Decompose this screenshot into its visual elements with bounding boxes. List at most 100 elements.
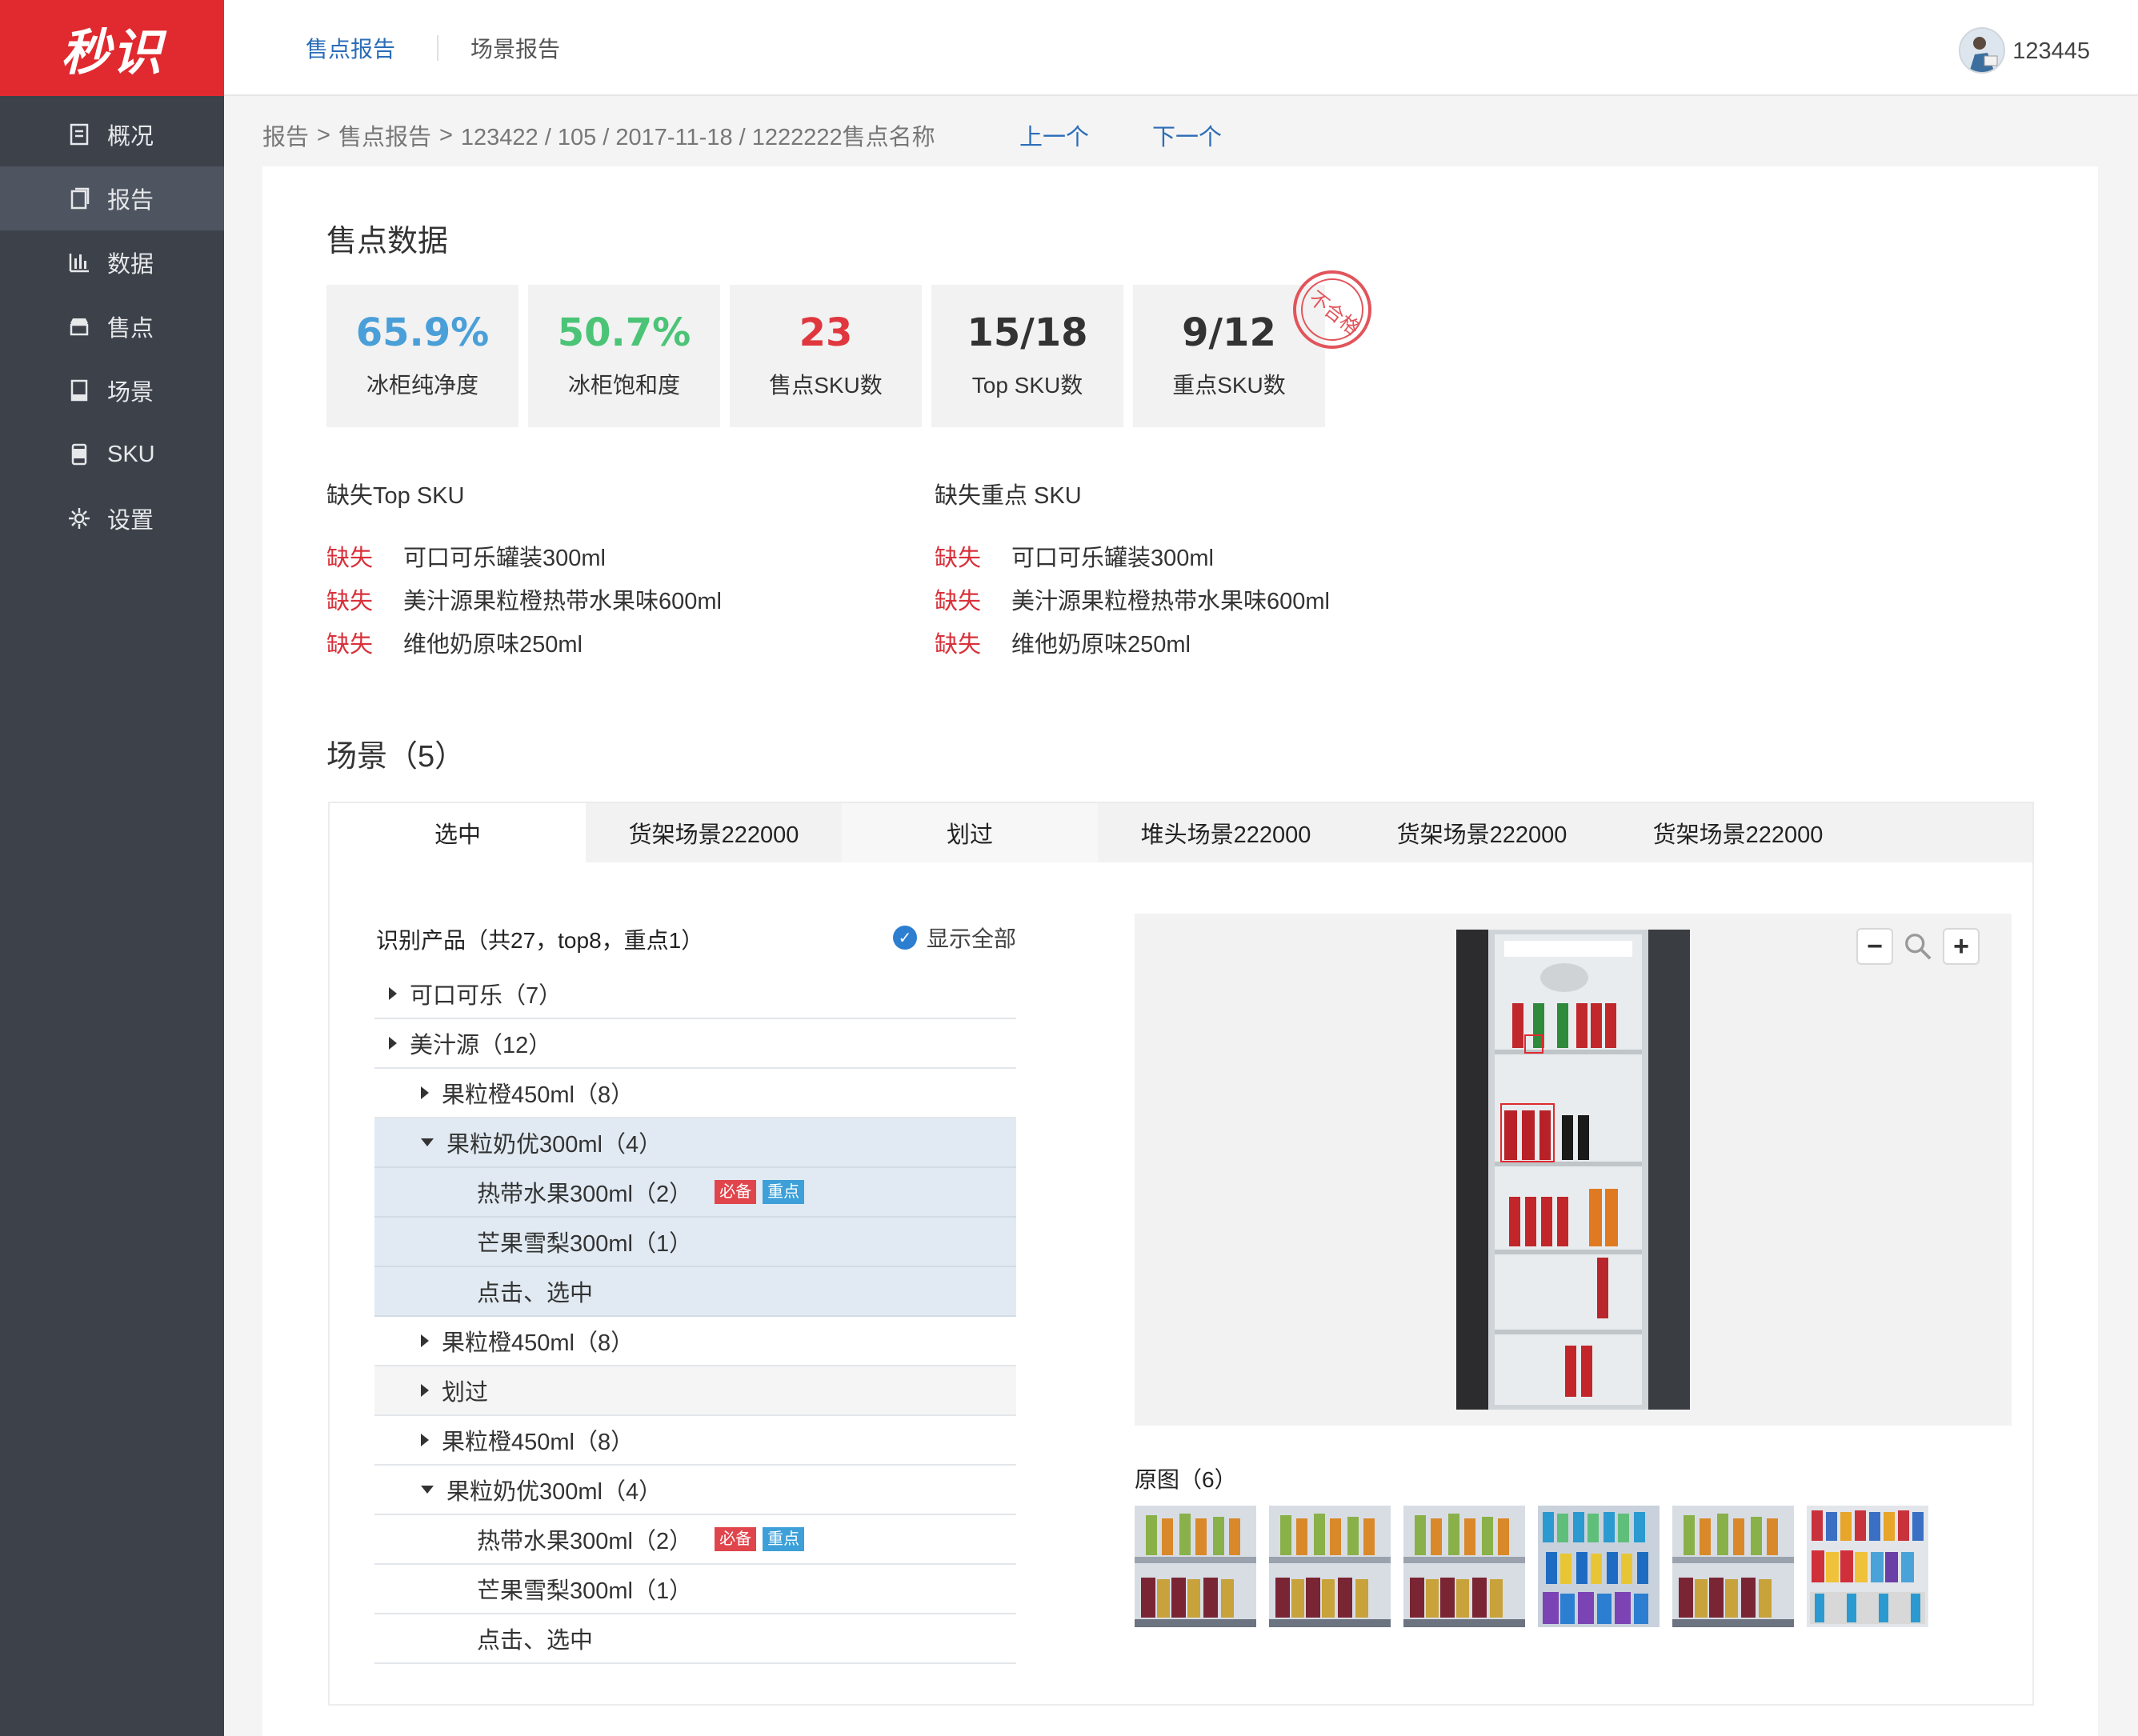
fridge-photo[interactable] bbox=[1456, 930, 1690, 1410]
breadcrumb-separator: > bbox=[438, 122, 453, 148]
stat-label: 重点SKU数 bbox=[1172, 373, 1286, 398]
caret-down-icon[interactable] bbox=[421, 1486, 434, 1494]
tree-row[interactable]: 划过 bbox=[374, 1366, 1016, 1416]
report-icon bbox=[67, 186, 91, 210]
logo-text: 秒识 bbox=[60, 23, 163, 82]
thumbnail[interactable] bbox=[1807, 1506, 1928, 1627]
thumbnail[interactable] bbox=[1538, 1506, 1660, 1627]
caret-right-icon[interactable] bbox=[389, 987, 397, 1000]
check-icon: ✓ bbox=[892, 926, 917, 950]
tree-label: 点击、选中 bbox=[477, 1281, 594, 1306]
avatar[interactable] bbox=[1959, 27, 2005, 74]
thumbnail[interactable] bbox=[1403, 1506, 1525, 1627]
tree-row[interactable]: 果粒奶优300ml（4） bbox=[374, 1466, 1016, 1515]
breadcrumb-current: 123422 / 105 / 2017-11-18 / 1222222售点名称 bbox=[460, 125, 935, 150]
tree-row[interactable]: 热带水果300ml（2） 必备 重点 bbox=[374, 1515, 1016, 1565]
sku-name: 维他奶原味250ml bbox=[403, 632, 583, 658]
products-title: 识别产品（共27，top8，重点1） bbox=[376, 928, 704, 953]
breadcrumb-item-report[interactable]: 报告 bbox=[262, 118, 309, 152]
scene-tabs: 选中 货架场景222000 划过 堆头场景222000 货架场景222000 货… bbox=[330, 803, 2032, 862]
tree-row[interactable]: 美汁源（12） bbox=[374, 1019, 1016, 1069]
scene-tab-selected[interactable]: 选中 bbox=[330, 803, 586, 862]
stat-card-purity: 65.9% 冰柜纯净度 bbox=[326, 285, 518, 427]
stat-label: 冰柜纯净度 bbox=[366, 373, 478, 398]
sidebar-item-label: 数据 bbox=[107, 252, 154, 278]
tree-row[interactable]: 果粒橙450ml（8） bbox=[374, 1069, 1016, 1118]
tree-row[interactable]: 芒果雪梨300ml（1） bbox=[374, 1565, 1016, 1614]
caret-right-icon[interactable] bbox=[421, 1384, 429, 1397]
sidebar-item-store[interactable]: 售点 bbox=[0, 294, 224, 358]
sidebar-item-data[interactable]: 数据 bbox=[0, 230, 224, 294]
sidebar-item-report[interactable]: 报告 bbox=[0, 166, 224, 230]
tree-row[interactable]: 点击、选中 bbox=[374, 1614, 1016, 1664]
show-all-toggle[interactable]: ✓ 显示全部 bbox=[892, 922, 1016, 954]
products-header: 识别产品（共27，top8，重点1） ✓ 显示全部 bbox=[376, 923, 1016, 955]
scene-tab-shelf[interactable]: 货架场景222000 bbox=[1610, 803, 1866, 862]
stat-label: 售点SKU数 bbox=[769, 373, 883, 398]
previous-link[interactable]: 上一个 bbox=[1019, 118, 1089, 152]
tree-label: 划过 bbox=[442, 1380, 489, 1406]
required-badge: 必备 bbox=[715, 1180, 757, 1204]
magnifier-icon[interactable] bbox=[1900, 928, 1936, 965]
scene-tab-shelf[interactable]: 货架场景222000 bbox=[586, 803, 842, 862]
bar-chart-icon bbox=[67, 250, 91, 274]
image-viewer: − + bbox=[1135, 914, 2012, 1426]
username[interactable]: 123445 bbox=[2012, 38, 2090, 65]
tree-row[interactable]: 果粒奶优300ml（4） bbox=[374, 1118, 1016, 1168]
scene-icon bbox=[67, 378, 91, 402]
missing-tag: 缺失 bbox=[326, 632, 374, 658]
stat-label: Top SKU数 bbox=[971, 373, 1083, 398]
tree-label: 果粒橙450ml（8） bbox=[442, 1082, 635, 1108]
sidebar-item-settings[interactable]: 设置 bbox=[0, 486, 224, 550]
tab-store-report[interactable]: 售点报告 bbox=[306, 0, 395, 96]
scene-tab-stack[interactable]: 堆头场景222000 bbox=[1098, 803, 1354, 862]
thumbnail[interactable] bbox=[1269, 1506, 1391, 1627]
sku-name: 维他奶原味250ml bbox=[1011, 632, 1191, 658]
missing-key-sku: 缺失重点 SKU 缺失 可口可乐罐装300ml 缺失 美汁源果粒橙热带水果味600m… bbox=[935, 477, 1330, 664]
list-item: 缺失 美汁源果粒橙热带水果味600ml bbox=[935, 578, 1330, 621]
top-header: 售点报告 场景报告 123445 bbox=[224, 0, 2138, 96]
sku-name: 美汁源果粒橙热带水果味600ml bbox=[1011, 589, 1330, 614]
sidebar-item-overview[interactable]: 概况 bbox=[0, 102, 224, 166]
tree-label: 热带水果300ml（2） bbox=[477, 1529, 693, 1554]
missing-tag: 缺失 bbox=[935, 589, 982, 614]
original-images-title: 原图（6） bbox=[1135, 1467, 1237, 1492]
scene-tab-hover[interactable]: 划过 bbox=[842, 803, 1098, 862]
scene-tab-shelf[interactable]: 货架场景222000 bbox=[1354, 803, 1610, 862]
caret-right-icon[interactable] bbox=[421, 1086, 429, 1099]
tree-row[interactable]: 芒果雪梨300ml（1） bbox=[374, 1218, 1016, 1267]
caret-right-icon[interactable] bbox=[421, 1334, 429, 1347]
breadcrumb-item-store-report[interactable]: 售点报告 bbox=[338, 118, 431, 152]
logo[interactable]: 秒识 bbox=[0, 0, 224, 96]
thumbnail[interactable] bbox=[1672, 1506, 1794, 1627]
tab-scene-report[interactable]: 场景报告 bbox=[470, 0, 560, 96]
tree-row[interactable]: 果粒橙450ml（8） bbox=[374, 1317, 1016, 1366]
thumbnail[interactable] bbox=[1135, 1506, 1256, 1627]
sidebar-item-sku[interactable]: SKU bbox=[0, 422, 224, 486]
tree-row[interactable]: 可口可乐（7） bbox=[374, 970, 1016, 1019]
sidebar-item-label: 售点 bbox=[107, 316, 154, 342]
sku-icon bbox=[67, 442, 91, 466]
tree-row[interactable]: 热带水果300ml（2） 必备 重点 bbox=[374, 1168, 1016, 1218]
stat-value: 23 bbox=[799, 310, 853, 355]
caret-right-icon[interactable] bbox=[421, 1434, 429, 1446]
tree-label: 芒果雪梨300ml（1） bbox=[477, 1578, 693, 1604]
stat-label: 冰柜饱和度 bbox=[567, 373, 680, 398]
zoom-out-button[interactable]: − bbox=[1856, 928, 1893, 965]
zoom-in-button[interactable]: + bbox=[1943, 928, 1980, 965]
sidebar-item-scene[interactable]: 场景 bbox=[0, 358, 224, 422]
sidebar: 秒识 概况 报告 数据 售点 场景 SKU 设置 bbox=[0, 0, 224, 1736]
tree-row[interactable]: 果粒橙450ml（8） bbox=[374, 1416, 1016, 1466]
caret-down-icon[interactable] bbox=[421, 1138, 434, 1146]
missing-key-title: 缺失重点 SKU bbox=[935, 483, 1082, 509]
tree-label: 果粒奶优300ml（4） bbox=[446, 1132, 663, 1158]
missing-top-sku: 缺失Top SKU 缺失 可口可乐罐装300ml 缺失 美汁源果粒橙热带水果味600… bbox=[326, 477, 722, 664]
main-content: 售点数据 65.9% 冰柜纯净度 50.7% 冰柜饱和度 23 售点SKU数 1… bbox=[262, 166, 2098, 1736]
missing-tag: 缺失 bbox=[326, 546, 374, 571]
missing-top-title: 缺失Top SKU bbox=[326, 483, 465, 509]
tree-label: 热带水果300ml（2） bbox=[477, 1182, 693, 1207]
list-item: 缺失 可口可乐罐装300ml bbox=[326, 534, 722, 578]
next-link[interactable]: 下一个 bbox=[1152, 118, 1222, 152]
caret-right-icon[interactable] bbox=[389, 1037, 397, 1050]
tree-row[interactable]: 点击、选中 bbox=[374, 1267, 1016, 1317]
